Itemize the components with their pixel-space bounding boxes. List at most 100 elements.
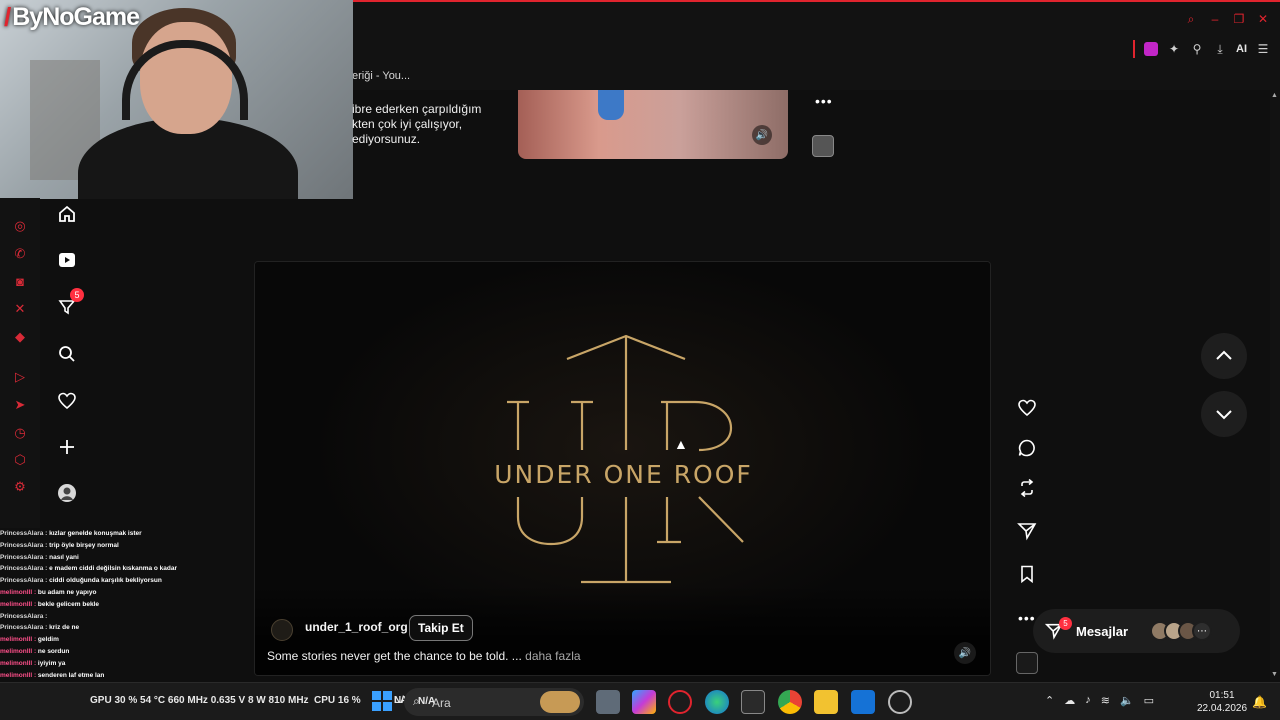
stream-logo: / ByNoGame [4,2,140,32]
chat-username: PrincessAlara : [0,577,50,585]
puzzle-icon[interactable]: ✦ [1167,42,1181,56]
system-tray: ⌃ ☁ ♪ ≋ 🔈 ▭ [1045,694,1154,707]
share-icon[interactable] [1014,518,1040,544]
chat-message: PrincessAlara : trip öyle birşey normal [0,540,200,552]
history-icon[interactable]: ◷ [12,425,28,441]
chevron-up-icon[interactable]: ⌃ [1045,694,1054,707]
heart-icon[interactable] [54,388,80,414]
browser-sidebar: ◎ ✆ ◙ ✕ ◆ ▷ ➤ ◷ ⬡ ⚙ [0,198,40,528]
messenger-icon[interactable]: ◎ [12,218,28,234]
menu-icon[interactable]: ☰ [1256,42,1270,56]
youtube-icon[interactable] [54,247,80,273]
chat-text: kriz de ne [49,624,80,632]
taskbar-search[interactable]: ⌕ N/A Ara [404,688,584,716]
wifi-icon[interactable]: ≋ [1101,694,1110,707]
chat-message: PrincessAlara : kriz de ne [0,622,200,634]
logo-slash-icon: / [4,2,11,32]
volume-icon[interactable]: 🔈 [1120,694,1134,707]
opera-icon[interactable] [668,690,692,714]
settings-icon[interactable]: ⚙ [12,479,28,495]
author-avatar[interactable] [271,619,293,641]
volume-icon[interactable]: 🔊 [752,125,772,145]
repost-icon[interactable] [1014,475,1040,501]
chat-username: melimonlll : [0,600,38,608]
chrome-icon[interactable] [778,690,802,714]
close-button[interactable]: ✕ [1256,12,1270,26]
microphone-icon[interactable]: ♪ [1085,694,1091,707]
profile-icon[interactable]: ⚲ [1190,42,1204,56]
follow-button[interactable]: Takip Et [409,615,473,641]
extension-icon[interactable] [1144,42,1158,56]
chat-username: melimonlll : [0,671,38,679]
chat-text: nasıl yani [49,553,79,561]
clock[interactable]: 01:51 22.04.2026 [1197,689,1247,715]
edge-icon[interactable] [705,690,729,714]
previous-post-button[interactable] [1201,333,1247,379]
video-volume-icon[interactable]: 🔊 [954,642,976,664]
chat-message: melimonlll : senderen laf etme lan [0,670,200,682]
tab-title-fragment[interactable]: eriği - You... [352,70,410,82]
send-icon[interactable]: ➤ [12,397,28,413]
notifications-badge: 5 [70,288,84,302]
instagram-icon[interactable]: ◙ [12,273,28,289]
more-avatars-icon: ⋯ [1192,621,1212,641]
activity-icon[interactable]: 5 [54,288,84,320]
comment-icon[interactable] [1014,435,1040,461]
author-name[interactable]: under_1_roof_org [305,620,408,634]
video-post[interactable]: UNDER ONE ROOF under_1_roof_org Takip Et… [254,261,991,676]
hw-stats: GPU 30 % 54 °C 660 MHz 0.635 V 8 W 810 M… [90,695,413,706]
scroll-up-icon[interactable]: ▲ [1271,92,1278,99]
windows-taskbar: GPU 30 % 54 °C 660 MHz 0.635 V 8 W 810 M… [0,682,1280,720]
cloud-icon[interactable]: ☁ [1064,694,1075,707]
notification-bell-icon[interactable]: 🔔 [1252,695,1267,709]
logo-wordmark: UNDER ONE ROOF [494,460,753,489]
start-button[interactable] [372,691,392,711]
download-icon[interactable]: ⤓ [1213,42,1227,56]
scroll-down-icon[interactable]: ▼ [1271,671,1278,678]
date: 22.04.2026 [1197,703,1248,714]
messages-button[interactable]: 5 Mesajlar ⋯ [1033,609,1240,653]
chat-text: ciddi olduğunda karşılık bekliyorsun [49,577,162,585]
chat-message: PrincessAlara : ciddi olduğunda karşılık… [0,575,200,587]
player-icon[interactable]: ▷ [12,369,28,385]
task-view-icon[interactable] [596,690,620,714]
avatar[interactable] [54,480,80,506]
like-icon[interactable] [1014,395,1040,421]
search-icon[interactable] [54,341,80,367]
battery-icon[interactable]: ▭ [1144,694,1154,707]
store-icon[interactable] [741,690,765,714]
chat-username: PrincessAlara : [0,530,50,537]
chat-text: e madem ciddi değilsin kıskanma o kadar [49,565,178,573]
chat-message: melimonlll : bu adam ne yapıyo [0,587,200,599]
extensions-icon[interactable]: ⬡ [12,452,28,468]
post-more-icon[interactable]: ••• [815,93,833,109]
home-icon[interactable] [54,201,80,227]
outlook-icon[interactable] [851,690,875,714]
file-explorer-icon[interactable] [814,690,838,714]
messages-badge: 5 [1059,617,1072,630]
webcam-overlay: / ByNoGame [0,0,353,199]
chat-username: melimonlll : [0,659,38,667]
threads-nav: 5 [44,198,90,518]
chat-message: PrincessAlara : e madem ciddi değilsin k… [0,563,200,575]
page-scrollbar[interactable]: ▲ ▼ [1270,90,1280,680]
minimize-button[interactable]: – [1208,12,1222,26]
whatsapp-icon[interactable]: ✆ [12,246,28,262]
create-post-icon[interactable] [54,434,80,460]
post-media[interactable]: 🔊 [518,90,788,159]
more-link[interactable]: daha fazla [525,649,580,663]
ai-button[interactable]: AI [1236,43,1247,55]
discord-icon[interactable]: ◆ [12,329,28,345]
search-tabs-icon[interactable]: ⌕ [1184,12,1198,26]
maximize-button[interactable]: ❐ [1232,12,1246,26]
post-thumbnail[interactable] [812,135,834,157]
chat-message: PrincessAlara : kızlar genelde konuşmak … [0,528,200,540]
time: 01:51 [1209,690,1235,701]
app-icon[interactable] [888,690,912,714]
copilot-icon[interactable] [632,690,656,714]
next-post-button[interactable] [1201,391,1247,437]
bookmark-icon[interactable] [1014,561,1040,587]
x-icon[interactable]: ✕ [12,301,28,317]
next-post-thumbnail[interactable] [1016,652,1038,674]
window-controls: ⌕ – ❐ ✕ [1184,12,1270,27]
